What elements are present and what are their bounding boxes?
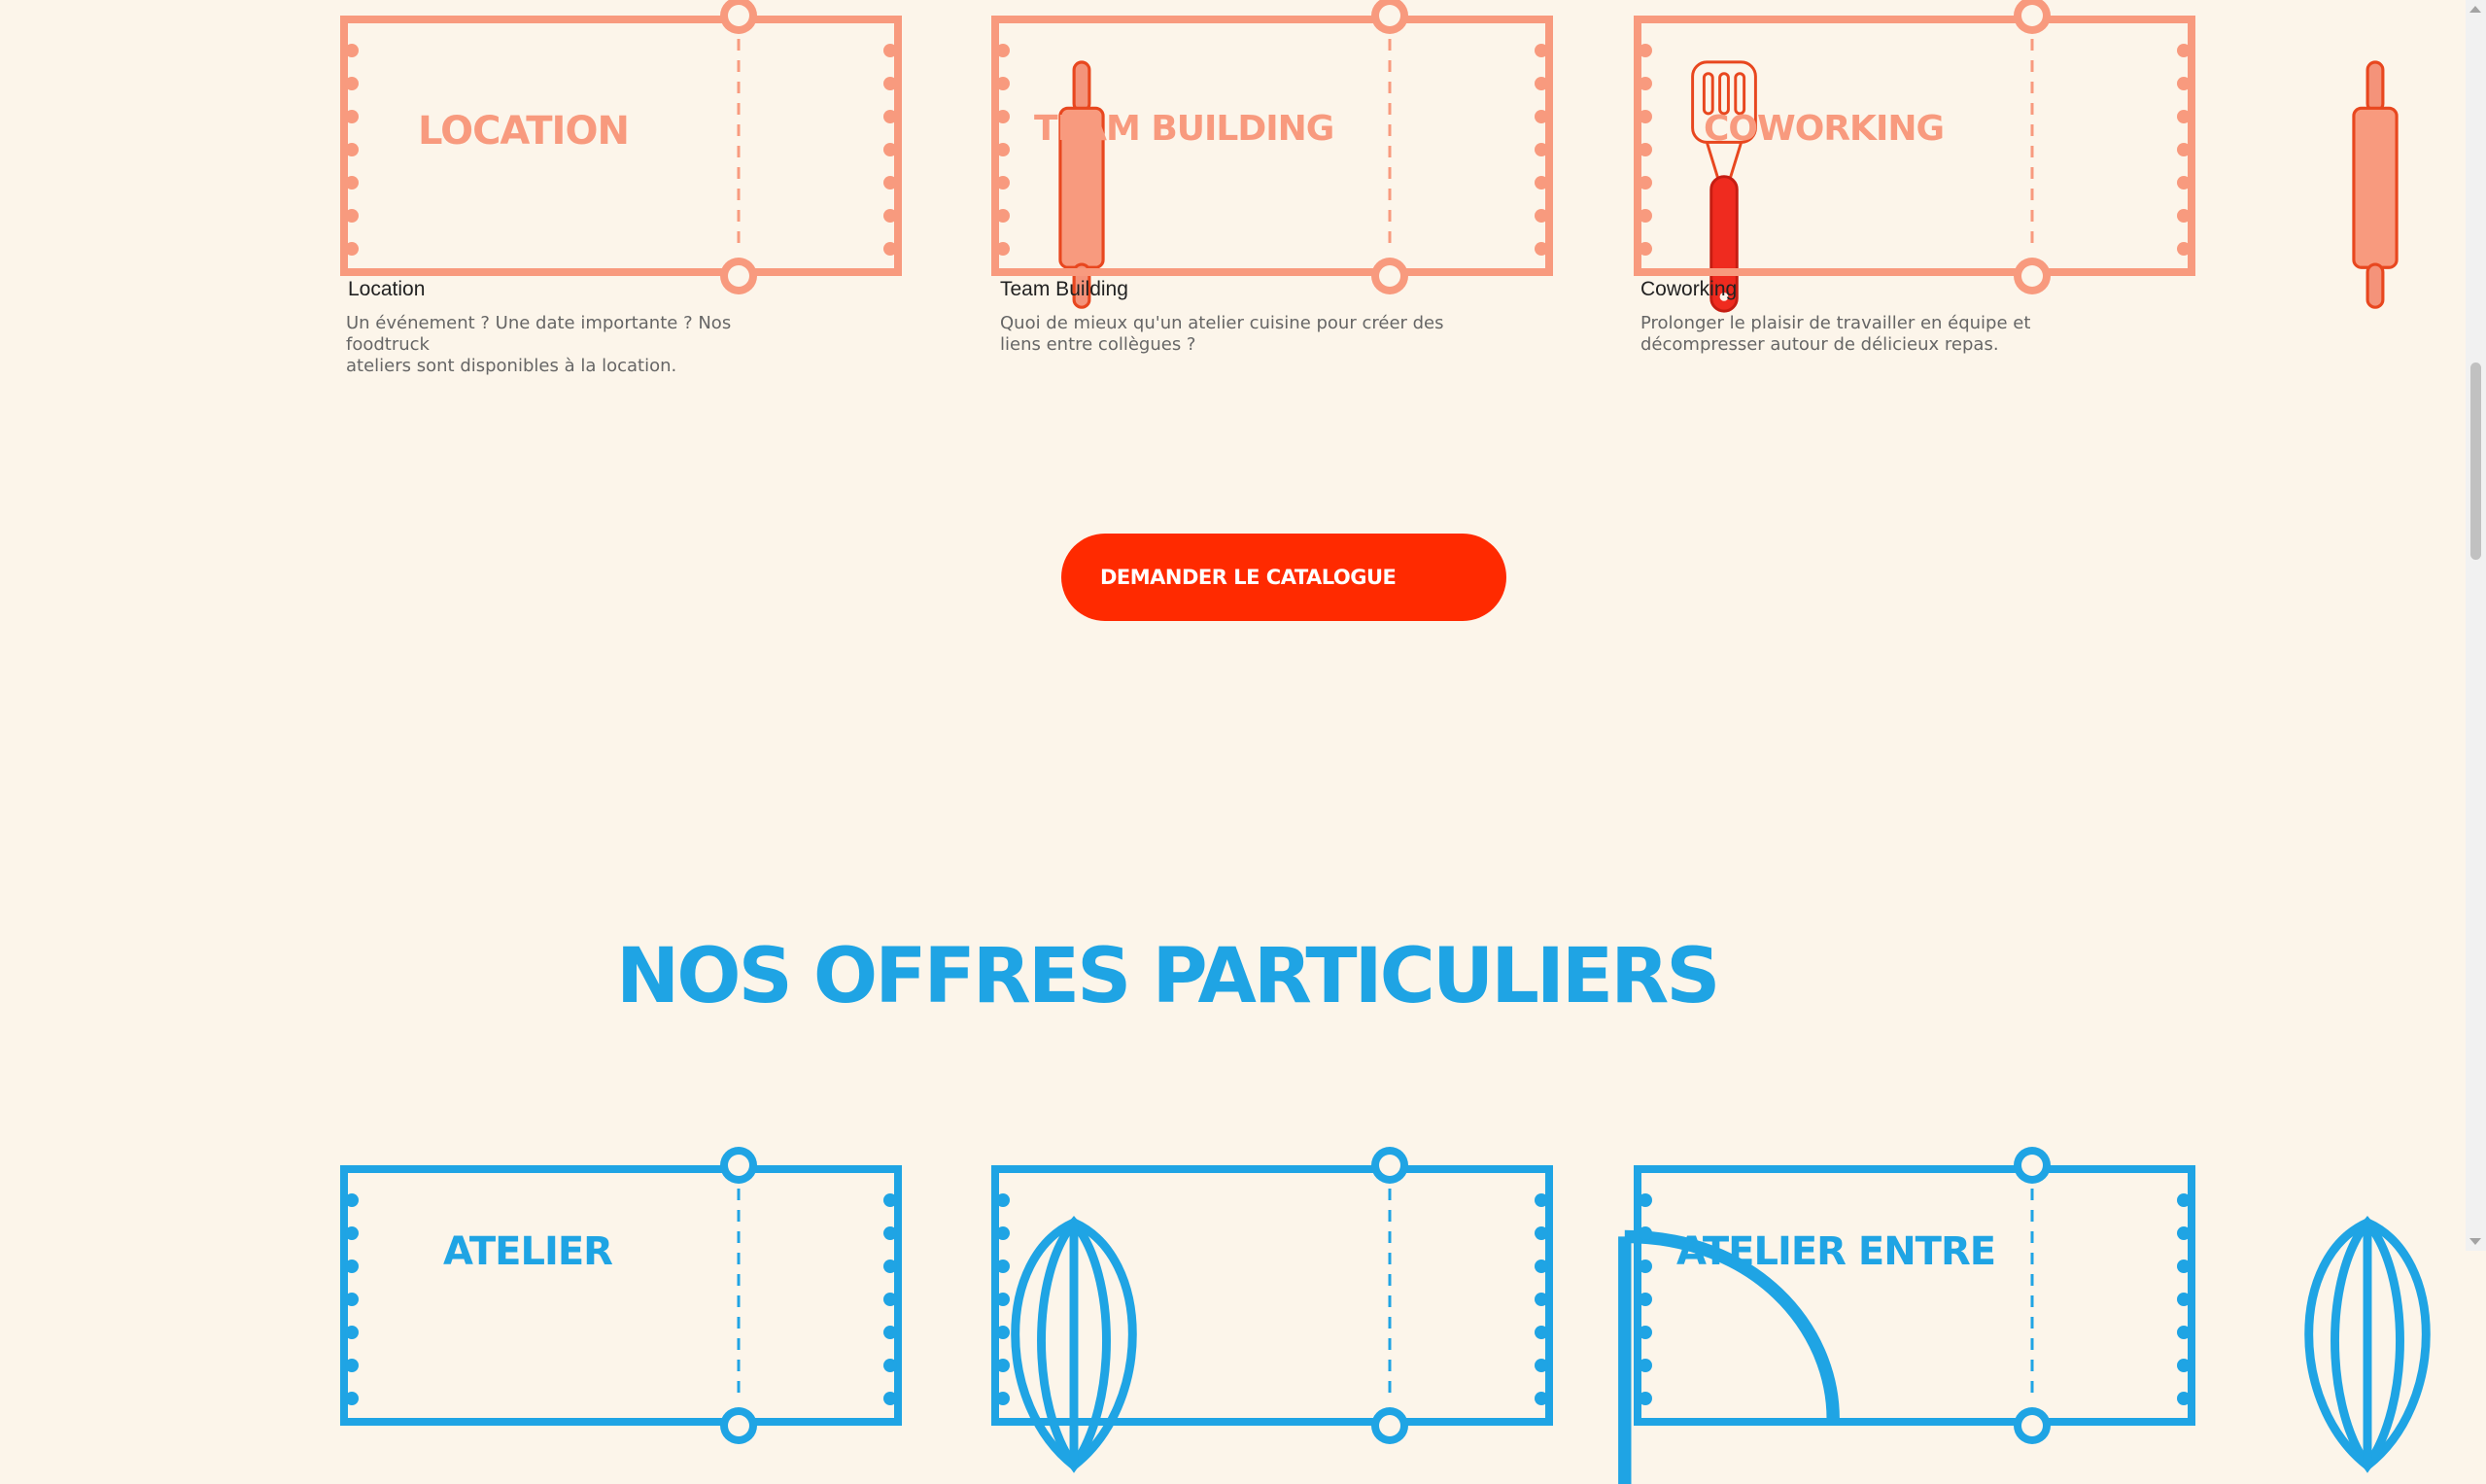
description-line: décompresser autour de délicieux repas. (1640, 334, 1999, 355)
card-title-location: Location (348, 278, 426, 300)
ticket-atelier-entre[interactable]: ATELIER ENTRE (1634, 1147, 2431, 1473)
description-line: ateliers sont disponibles à la location. (346, 356, 677, 376)
ticket-offer-2[interactable] (991, 1147, 1840, 1484)
scroll-up-arrow-icon[interactable] (2469, 6, 2481, 13)
request-catalogue-button[interactable]: DEMANDER LE CATALOGUE (1061, 534, 1506, 621)
ticket-team-building[interactable]: TEAM BUILDING (991, 0, 1757, 313)
ticket-atelier[interactable]: ATELIER (340, 1147, 1137, 1473)
ticket-coworking[interactable]: COWORKING (1634, 0, 2399, 309)
section-title-particuliers: NOS OFFRES PARTICULIERS (616, 933, 1720, 1020)
rolling-pin-icon (2352, 60, 2399, 309)
vertical-scrollbar[interactable] (2466, 0, 2486, 1251)
whisk-icon (2304, 1215, 2431, 1473)
card-description-coworking: Prolonger le plaisir de travailler en éq… (1640, 313, 2088, 356)
card-description-location: Un événement ? Une date importante ? Nos… (346, 313, 793, 377)
ticket-location[interactable]: LOCATION (340, 0, 1105, 309)
card-description-team-building: Quoi de mieux qu'un atelier cuisine pour… (1000, 313, 1447, 356)
description-line: Prolonger le plaisir de travailler en éq… (1640, 313, 2031, 333)
ticket-label: ATELIER ENTRE (1676, 1229, 1996, 1274)
description-line: Un événement ? Une date importante ? Nos… (346, 313, 732, 355)
card-title-coworking: Coworking (1640, 278, 1738, 300)
description-line: Quoi de mieux qu'un atelier cuisine pour… (1000, 313, 1444, 333)
ticket-label: ATELIER (443, 1229, 613, 1274)
ticket-label: COWORKING (1704, 109, 1945, 149)
description-line: liens entre collègues ? (1000, 334, 1196, 355)
scrollbar-thumb[interactable] (2470, 362, 2481, 560)
scroll-down-arrow-icon[interactable] (2469, 1238, 2481, 1245)
ticket-label: LOCATION (418, 109, 630, 154)
ticket-label: TEAM BUILDING (1034, 109, 1334, 149)
card-title-team-building: Team Building (1000, 278, 1128, 300)
